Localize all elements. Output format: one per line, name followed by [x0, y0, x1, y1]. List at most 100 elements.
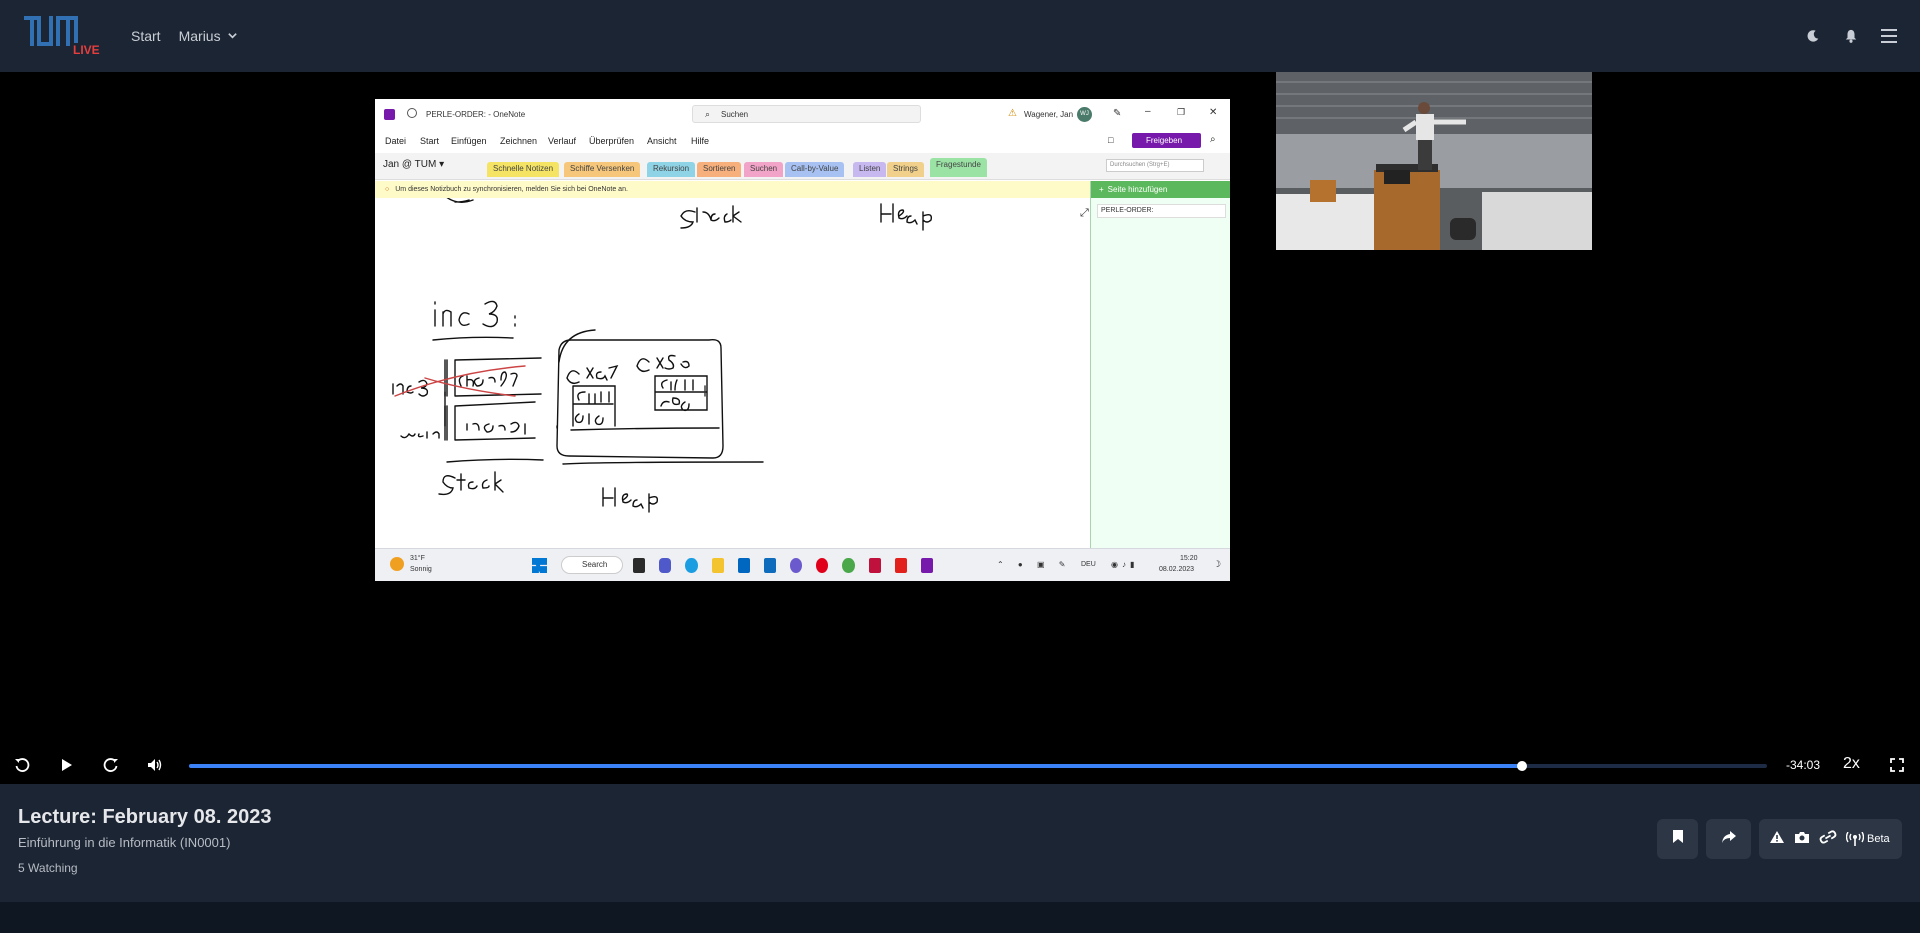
- report-warning-icon[interactable]: [1769, 830, 1785, 849]
- section-tab: Listen: [853, 162, 887, 177]
- mail-icon: [763, 558, 777, 573]
- tum-live-logo[interactable]: LIVE: [24, 16, 104, 57]
- weather-icon: [390, 557, 404, 571]
- progress-handle[interactable]: [1517, 761, 1528, 771]
- player-controls: -34:03 2x: [0, 744, 1920, 788]
- playback-speed-button[interactable]: 2x: [1843, 755, 1860, 773]
- back-icon: [407, 108, 417, 118]
- section-tab: Strings: [887, 162, 924, 177]
- onenote-menu-item: Datei: [385, 136, 407, 146]
- pen-icon: ✎: [1113, 108, 1122, 119]
- notification-bell-icon[interactable]: [1842, 27, 1860, 45]
- store-icon: [737, 558, 750, 573]
- onenote-menu-item: Einfügen: [451, 136, 487, 146]
- section-search-placeholder: Durchsuchen (Strg+E): [1110, 162, 1170, 168]
- onenote-app-icon: [384, 109, 395, 120]
- sync-icon: ○: [385, 186, 390, 193]
- beta-label: Beta: [1867, 833, 1890, 845]
- notebook-icon: □: [1108, 135, 1114, 145]
- page-name: PERLE-ORDER:: [1101, 207, 1154, 214]
- copilot-icon: [790, 558, 803, 573]
- chevron-down-icon: [227, 28, 238, 44]
- weather-temp: 31°F: [410, 555, 425, 562]
- add-page-button: + Seite hinzufügen: [1091, 181, 1230, 198]
- camera-icon[interactable]: [1794, 830, 1810, 849]
- page-list-item: PERLE-ORDER:: [1097, 204, 1226, 218]
- onenote-menu-item: Verlauf: [548, 136, 577, 146]
- lecture-info: Lecture: February 08. 2023 Einführung in…: [0, 784, 1920, 902]
- notification-icon: ☽: [1213, 559, 1222, 569]
- fullscreen-icon[interactable]: [1886, 754, 1908, 776]
- weather-desc: Sonnig: [410, 566, 432, 573]
- rewind-icon[interactable]: [11, 754, 33, 776]
- onenote-icon: [920, 558, 934, 573]
- forward-icon[interactable]: [100, 754, 122, 776]
- section-tab: Schiffe Versenken: [564, 162, 641, 177]
- link-icon[interactable]: [1819, 829, 1837, 849]
- onenote-page-list: + Seite hinzufügen PERLE-ORDER:: [1090, 181, 1230, 548]
- sync-banner: ○ Um dieses Notizbuch zu synchronisieren…: [375, 181, 1090, 198]
- app-icons-row: [633, 558, 934, 573]
- extra-actions-group: Beta: [1759, 819, 1902, 859]
- onenote-section-tabs: Jan @ TUM ▾ Schnelle Notizen Schiffe Vers…: [375, 153, 1230, 180]
- expand-icon: ⤢: [1080, 206, 1089, 219]
- time-remaining: -34:03: [1786, 758, 1821, 772]
- onenote-search-box: ⌕ Suchen: [692, 105, 921, 123]
- restore-icon: ❐: [1177, 107, 1186, 117]
- volume-icon[interactable]: [144, 754, 166, 776]
- clock-date: 08.02.2023: [1159, 566, 1195, 573]
- section-tab: Rekursion: [647, 162, 696, 177]
- opera-icon: [816, 558, 829, 573]
- section-search-box: Durchsuchen (Strg+E): [1106, 159, 1204, 172]
- bookmark-icon: [1672, 829, 1684, 849]
- clock-time: 15:20: [1180, 555, 1198, 562]
- search-icon: ⌕: [705, 109, 711, 119]
- handwritten-drawing: ⤢: [392, 195, 1089, 513]
- play-icon[interactable]: [56, 754, 78, 776]
- bookmark-button[interactable]: [1657, 819, 1698, 859]
- section-tab: Fragestunde: [930, 158, 987, 177]
- lecture-hall-image: [1276, 72, 1592, 250]
- windows-taskbar: 31°F Sonnig Search ⌃ ● ▣ ✎ DEU ◉♪▮ 15:20…: [375, 548, 1230, 581]
- folder-icon: [711, 558, 724, 573]
- section-tab: Sortieren: [697, 162, 742, 177]
- acrobat-icon: [894, 558, 907, 573]
- progress-bar[interactable]: [189, 761, 1767, 771]
- notebook-selector: Jan @ TUM ▾: [383, 159, 445, 170]
- tray-icons: ⌃ ● ▣ ✎: [997, 560, 1072, 569]
- dark-mode-moon-icon[interactable]: [1804, 27, 1822, 45]
- progress-fill: [189, 764, 1523, 768]
- notebook-name: Jan @ TUM: [383, 159, 437, 170]
- share-icon: [1721, 830, 1737, 849]
- video-player[interactable]: PERLE-ORDER: - OneNote ⌕ Suchen ⚠ Wagene…: [0, 72, 1920, 784]
- taskbar-search-label: Search: [582, 560, 608, 569]
- hamburger-menu-icon[interactable]: [1880, 27, 1898, 45]
- course-name: Einführung in die Informatik (IN0001): [18, 835, 231, 850]
- tray-lang: DEU: [1081, 561, 1096, 568]
- sync-banner-text: Um dieses Notizbuch zu synchronisieren, …: [395, 186, 628, 193]
- add-page-label: Seite hinzufügen: [1107, 185, 1168, 194]
- lecture-title: Lecture: February 08. 2023: [18, 806, 272, 828]
- page-footer: [0, 902, 1920, 933]
- section-tab: Suchen: [744, 162, 784, 177]
- onenote-title: PERLE-ORDER: - OneNote: [426, 110, 526, 119]
- top-navbar: LIVE Start Marius: [0, 0, 1920, 72]
- live-stream-antenna-icon[interactable]: Beta: [1846, 832, 1890, 846]
- teams-icon: [659, 558, 672, 573]
- share-label: Freigeben: [1146, 136, 1183, 145]
- share-button[interactable]: [1706, 819, 1751, 859]
- onenote-user-name: Wagener, Jan: [1024, 110, 1074, 119]
- intellij-icon: [868, 558, 881, 573]
- nav-start-link[interactable]: Start: [131, 28, 161, 44]
- taskbar-search: Search: [561, 556, 623, 574]
- file-explorer-icon: [633, 558, 646, 573]
- onenote-menu-item: Start: [420, 136, 440, 146]
- user-name: Marius: [178, 28, 221, 44]
- chrome-icon: [842, 558, 855, 573]
- share-button: Freigeben: [1132, 133, 1201, 148]
- close-icon: ✕: [1209, 107, 1218, 118]
- presentation-stream: PERLE-ORDER: - OneNote ⌕ Suchen ⚠ Wagene…: [375, 99, 1230, 581]
- viewer-count: 5 Watching: [18, 861, 78, 875]
- user-menu[interactable]: Marius: [179, 28, 238, 44]
- onenote-titlebar: PERLE-ORDER: - OneNote ⌕ Suchen ⚠ Wagene…: [375, 99, 1230, 129]
